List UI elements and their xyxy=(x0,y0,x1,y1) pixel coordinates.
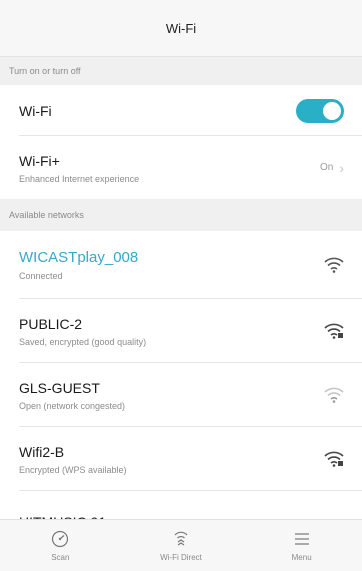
wifi-plus-label: Wi-Fi+ xyxy=(19,152,60,169)
wifi-direct-button[interactable]: Wi-Fi Direct xyxy=(141,529,221,562)
network-row[interactable]: Wifi2-B Encrypted (WPS available) xyxy=(0,427,362,491)
network-status: Saved, encrypted (good quality) xyxy=(19,337,147,347)
toggle-knob xyxy=(323,101,341,120)
scan-label: Scan xyxy=(51,553,70,562)
wifi-plus-subtitle: Enhanced Internet experience xyxy=(19,173,140,184)
network-name: PUBLIC-2 xyxy=(19,316,83,332)
network-row[interactable]: PUBLIC-2 Saved, encrypted (good quality) xyxy=(0,299,362,363)
title-bar: Wi-Fi xyxy=(0,0,362,57)
wifi-signal-locked-icon xyxy=(324,323,344,339)
network-status: Open (network congested) xyxy=(19,401,126,411)
network-name: Wifi2-B xyxy=(19,444,65,460)
wifi-signal-locked-icon xyxy=(324,451,344,467)
network-name: GLS-GUEST xyxy=(19,380,100,396)
bottom-action-bar: Scan Wi-Fi Direct Menu xyxy=(0,519,362,571)
scan-button[interactable]: Scan xyxy=(20,529,100,562)
chevron-right-icon: › xyxy=(339,159,344,176)
wifi-settings-screen: Wi-Fi Turn on or turn off Wi-Fi Wi-Fi+ E… xyxy=(0,0,362,571)
wifi-signal-full-icon xyxy=(324,257,344,273)
wifi-direct-label: Wi-Fi Direct xyxy=(160,553,202,562)
network-status: Connected xyxy=(19,271,63,281)
network-row[interactable]: WICASTplay_008 Connected xyxy=(0,231,362,299)
page-title: Wi-Fi xyxy=(165,20,197,36)
network-status: Encrypted (WPS available) xyxy=(19,465,127,475)
wifi-signal-weak-icon xyxy=(324,387,344,403)
wifi-direct-icon xyxy=(174,531,188,546)
scan-icon xyxy=(52,530,69,548)
menu-label: Menu xyxy=(291,553,312,562)
section-header-toggle-label: Turn on or turn off xyxy=(9,66,81,76)
menu-icon xyxy=(294,533,309,545)
wifi-plus-value: On xyxy=(319,162,334,173)
wifi-toggle-switch[interactable] xyxy=(296,98,344,123)
menu-button[interactable]: Menu xyxy=(262,529,342,562)
wifi-toggle-label: Wi-Fi xyxy=(19,102,52,119)
section-header-toggle: Turn on or turn off xyxy=(0,57,362,85)
wifi-plus-row[interactable]: Wi-Fi+ Enhanced Internet experience On › xyxy=(0,136,362,199)
network-row[interactable]: GLS-GUEST Open (network congested) xyxy=(0,363,362,427)
wifi-toggle-row[interactable]: Wi-Fi xyxy=(0,85,362,136)
section-header-networks-label: Available networks xyxy=(9,210,84,220)
network-name: WICASTplay_008 xyxy=(19,249,139,266)
section-header-networks: Available networks xyxy=(0,199,362,231)
